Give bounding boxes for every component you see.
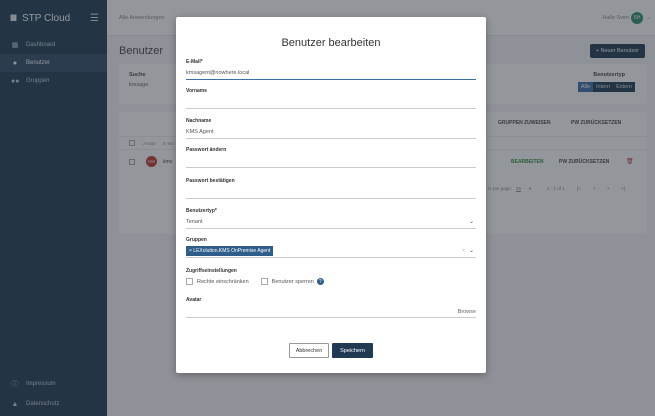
groups-group: Gruppen × LEXolution.KMS OnPremise Agent… (186, 237, 476, 258)
email-field-group: E-Mail* kmsagent@nowhere.local (186, 59, 476, 80)
password-change-field[interactable] (186, 156, 476, 168)
last-name-field-group: Nachname KMS Agent (186, 118, 476, 139)
avatar-group: Avatar Browse (186, 297, 476, 318)
password-confirm-group: Passwort bestätigen (186, 178, 476, 199)
password-change-label: Passwort ändern (186, 147, 227, 153)
first-name-field[interactable] (186, 97, 476, 109)
user-type-select[interactable]: Tenant ⌄ (186, 217, 476, 229)
restrict-rights-label: Rechte einschränken (197, 278, 249, 285)
browse-button[interactable]: Browse (458, 307, 476, 317)
password-change-group: Passwort ändern (186, 147, 476, 168)
avatar-label: Avatar (186, 297, 202, 303)
access-settings-row: Rechte einschränken Benutzer sperren ? (186, 278, 476, 285)
first-name-label: Vorname (186, 88, 208, 94)
lock-user-checkbox[interactable] (260, 278, 268, 285)
save-button[interactable]: Speichern (332, 343, 373, 358)
access-settings-group: Zugriffseinstellungen Rechte einschränke… (186, 268, 476, 285)
email-field[interactable]: kmsagent@nowhere.local (186, 68, 476, 80)
first-name-field-group: Vorname (186, 88, 476, 109)
restrict-rights-checkbox[interactable] (186, 278, 193, 285)
last-name-field[interactable]: KMS Agent (186, 127, 476, 139)
avatar-file-field[interactable]: Browse (186, 306, 476, 318)
password-confirm-label: Passwort bestätigen (186, 178, 235, 184)
lock-user-label: Benutzer sperren (271, 278, 314, 285)
email-label: E-Mail* (186, 59, 203, 65)
help-icon[interactable]: ? (316, 278, 324, 285)
user-type-group: Benutzertyp* Tenant ⌄ (186, 208, 476, 229)
user-type-label: Benutzertyp* (186, 208, 217, 214)
chevron-down-icon[interactable]: ⌄ (469, 217, 474, 227)
edit-user-dialog: Benutzer bearbeiten E-Mail* kmsagent@now… (176, 17, 486, 373)
groups-select[interactable]: × LEXolution.KMS OnPremise Agent × ⌄ (186, 246, 476, 258)
password-confirm-field[interactable] (186, 187, 476, 199)
last-name-label: Nachname (186, 118, 212, 124)
user-type-value: Tenant (186, 219, 203, 225)
cancel-button[interactable]: Abbrechen (289, 343, 329, 358)
chevron-down-icon[interactable]: ⌄ (469, 246, 474, 256)
clear-icon[interactable]: × (462, 246, 465, 256)
group-chip[interactable]: × LEXolution.KMS OnPremise Agent (186, 246, 274, 256)
access-settings-label: Zugriffseinstellungen (186, 268, 237, 274)
groups-label: Gruppen (186, 237, 207, 243)
dialog-title: Benutzer bearbeiten (281, 37, 381, 49)
